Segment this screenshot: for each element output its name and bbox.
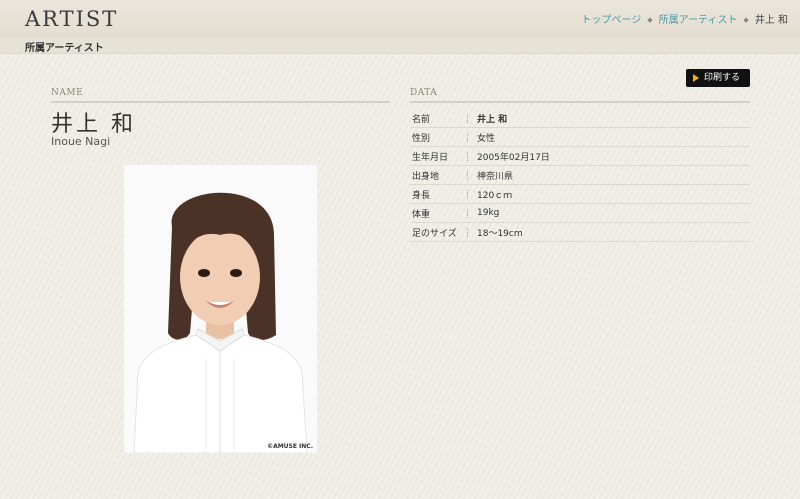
sub-header <box>0 38 800 54</box>
table-row: 名前 井上 和 <box>410 109 750 128</box>
table-row: 生年月日 2005年02月17日 <box>410 146 750 166</box>
row-value: 18〜19cm <box>467 222 750 242</box>
table-row: 性別 女性 <box>410 127 750 147</box>
brand-title: ARTIST <box>25 7 119 31</box>
row-key: 出身地 <box>410 165 467 185</box>
breadcrumb-link-top[interactable]: トップページ <box>581 15 641 26</box>
row-key: 足のサイズ <box>410 222 467 242</box>
row-key: 身長 <box>410 184 467 204</box>
breadcrumb-separator-icon: ◆ <box>647 16 653 24</box>
play-arrow-icon <box>693 74 699 82</box>
artist-name-jp: 井上 和 <box>51 112 136 137</box>
print-button-label: 印刷する <box>704 73 741 83</box>
table-row: 出身地 神奈川県 <box>410 165 750 185</box>
table-row: 身長 120ｃｍ <box>410 184 750 204</box>
page-subtitle: 所属アーティスト <box>25 43 104 54</box>
print-button[interactable]: 印刷する <box>686 69 750 87</box>
artist-portrait-illustration <box>124 165 317 453</box>
row-value: 井上 和 <box>467 109 750 128</box>
artist-name-en: Inoue Nagi <box>51 135 111 148</box>
row-key: 性別 <box>410 127 467 147</box>
table-row: 足のサイズ 18〜19cm <box>410 222 750 242</box>
row-value: 2005年02月17日 <box>467 146 750 166</box>
artist-photo: ©AMUSE INC. <box>124 165 317 453</box>
breadcrumb-current: 井上 和 <box>754 15 788 26</box>
page-background <box>0 0 800 499</box>
row-value: 神奈川県 <box>467 165 750 185</box>
photo-copyright: ©AMUSE INC. <box>267 443 313 450</box>
name-section-label: NAME <box>51 88 84 98</box>
breadcrumb: トップページ ◆ 所属アーティスト ◆ 井上 和 <box>581 11 788 26</box>
row-value: 19kg <box>467 203 750 223</box>
name-section-rule <box>51 101 390 103</box>
row-key: 生年月日 <box>410 146 467 166</box>
profile-data-table: 名前 井上 和 性別 女性 生年月日 2005年02月17日 出身地 神奈川県 … <box>410 109 750 242</box>
data-section-rule <box>410 101 750 103</box>
row-key: 体重 <box>410 203 467 223</box>
row-value: 120ｃｍ <box>467 184 750 204</box>
breadcrumb-separator-icon: ◆ <box>743 16 749 24</box>
table-row: 体重 19kg <box>410 203 750 223</box>
row-value: 女性 <box>467 127 750 147</box>
breadcrumb-link-artists[interactable]: 所属アーティスト <box>659 15 738 26</box>
data-section-label: DATA <box>410 88 438 98</box>
row-key: 名前 <box>410 109 467 128</box>
